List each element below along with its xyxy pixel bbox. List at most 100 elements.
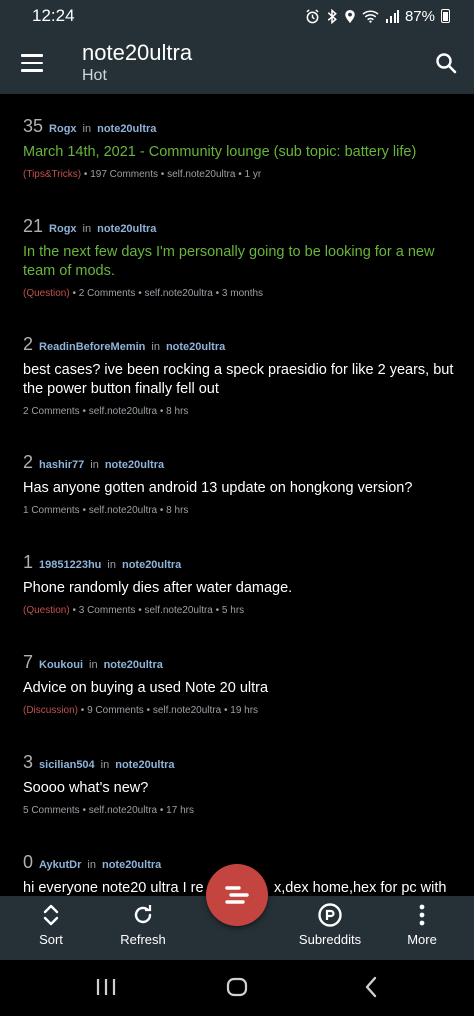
post-meta: 35 Rogx in note20ultra [23,116,456,137]
post-title[interactable]: best cases? ive been rocking a speck pra… [23,361,456,399]
post-author[interactable]: hashir77 [39,459,84,471]
refresh-label: Refresh [120,932,166,947]
post-author[interactable]: AykutDr [39,859,81,871]
post-flair: (Tips&Tricks) [23,169,82,180]
post-score: 3 [23,752,34,772]
post-item[interactable]: 3 sicilian504 in note20ultra Soooo what'… [0,752,474,816]
status-icons: 87% [305,8,450,25]
post-author[interactable]: ReadinBeforeMemin [39,341,145,353]
in-label: in [151,341,160,353]
sort-button[interactable]: Sort [6,902,96,947]
bluetooth-icon [327,8,337,24]
post-details: 2 Comments • self.note20ultra • 8 hrs [23,406,189,417]
post-subreddit[interactable]: note20ultra [166,341,225,353]
post-meta: 21 Rogx in note20ultra [23,216,456,237]
post-author[interactable]: Rogx [49,123,77,135]
search-button[interactable] [418,32,474,94]
system-navigation-bar [0,960,474,1016]
menu-button[interactable] [0,32,64,94]
app-bar: note20ultra Hot [0,32,474,94]
post-item[interactable]: 35 Rogx in note20ultra March 14th, 2021 … [0,116,474,180]
recent-apps-icon[interactable] [95,974,117,1000]
in-label: in [89,659,98,671]
alarm-icon [306,8,319,23]
post-score: 21 [23,216,44,236]
post-score: 2 [23,334,34,354]
in-label: in [100,759,110,771]
post-subreddit[interactable]: note20ultra [122,559,181,571]
post-flair: (Question) [23,605,70,616]
in-label: in [107,559,116,571]
post-item[interactable]: 2 hashir77 in note20ultra Has anyone got… [0,452,474,516]
post-meta: 3 sicilian504 in note20ultra [23,752,456,773]
back-icon[interactable] [360,974,382,1000]
post-details: • 2 Comments • self.note20ultra • 3 mont… [69,288,264,299]
in-label: in [82,123,92,135]
post-details: 1 Comments • self.note20ultra • 8 hrs [23,505,189,516]
post-meta: 2 ReadinBeforeMemin in note20ultra [23,334,456,355]
refresh-icon [134,905,152,924]
post-flair: (Question) [23,288,70,299]
battery-percent: 87% [404,7,435,25]
post-author[interactable]: 19851223hu [39,559,101,571]
post-author[interactable]: sicilian504 [39,759,95,771]
location-icon [345,9,355,23]
floating-action-button[interactable] [206,864,268,926]
post-author[interactable]: Koukoui [39,659,83,671]
post-score: 1 [23,552,34,572]
battery-icon [441,9,450,23]
post-item[interactable]: 21 Rogx in note20ultra In the next few d… [0,216,474,299]
post-title[interactable]: March 14th, 2021 - Community lounge (sub… [23,143,456,162]
status-time: 12:24 [32,6,75,25]
more-button[interactable]: More [377,902,467,947]
post-title[interactable]: Phone randomly dies after water damage. [23,579,456,598]
post-info: (Tips&Tricks) • 197 Comments • self.note… [23,169,456,180]
post-subreddit[interactable]: note20ultra [104,659,163,671]
post-info: 5 Comments • self.note20ultra • 17 hrs [23,805,456,816]
post-info: 1 Comments • self.note20ultra • 8 hrs [23,505,456,516]
post-info: (Discussion) • 9 Comments • self.note20u… [23,705,456,716]
post-info: (Question) • 2 Comments • self.note20ult… [23,288,456,299]
post-title[interactable]: Soooo what's new? [23,779,456,798]
home-icon[interactable] [226,974,248,1000]
subreddits-button[interactable]: Subreddits [285,902,375,947]
post-meta: 7 Koukoui in note20ultra [23,652,456,673]
post-item[interactable]: 2 ReadinBeforeMemin in note20ultra best … [0,334,474,417]
post-title[interactable]: Advice on buying a used Note 20 ultra [23,679,456,698]
post-item[interactable]: 1 19851223hu in note20ultra Phone random… [0,552,474,616]
post-subreddit[interactable]: note20ultra [97,123,156,135]
post-feed[interactable]: 35 Rogx in note20ultra March 14th, 2021 … [0,94,474,896]
post-title-tail: x,dex home,hex for pc with [274,880,447,896]
post-meta: 1 19851223hu in note20ultra [23,552,456,573]
post-subreddit[interactable]: note20ultra [115,759,174,771]
more-label: More [407,932,437,947]
post-subreddit[interactable]: note20ultra [102,859,161,871]
post-score: 35 [23,116,44,136]
post-details: • 3 Comments • self.note20ultra • 5 hrs [69,605,245,616]
search-icon [436,53,457,74]
post-score: 0 [23,852,34,872]
post-title[interactable]: Has anyone gotten android 13 update on h… [23,479,456,498]
post-flair: (Discussion) [23,705,79,716]
refresh-button[interactable]: Refresh [98,902,188,947]
post-title[interactable]: In the next few days I'm personally goin… [23,243,456,281]
sort-subtitle: Hot [82,67,107,84]
post-title-start: hi everyone note20 ultra I re [23,880,204,896]
more-vertical-icon [419,904,425,926]
wifi-icon [362,10,379,23]
post-details: • 9 Comments • self.note20ultra • 19 hrs [78,705,259,716]
status-bar: 12:24 87% [0,0,474,32]
post-subreddit[interactable]: note20ultra [97,223,156,235]
post-subreddit[interactable]: note20ultra [105,459,164,471]
post-details: 5 Comments • self.note20ultra • 17 hrs [23,805,194,816]
post-meta: 2 hashir77 in note20ultra [23,452,456,473]
list-filter-icon [225,886,249,904]
subreddit-icon [318,903,342,927]
in-label: in [90,459,99,471]
page-title: note20ultra [82,40,193,65]
post-item[interactable]: 7 Koukoui in note20ultra Advice on buyin… [0,652,474,716]
post-author[interactable]: Rogx [49,223,77,235]
sort-label: Sort [39,932,63,947]
post-details: • 197 Comments • self.note20ultra • 1 yr [81,169,262,180]
post-info: 2 Comments • self.note20ultra • 8 hrs [23,406,456,417]
